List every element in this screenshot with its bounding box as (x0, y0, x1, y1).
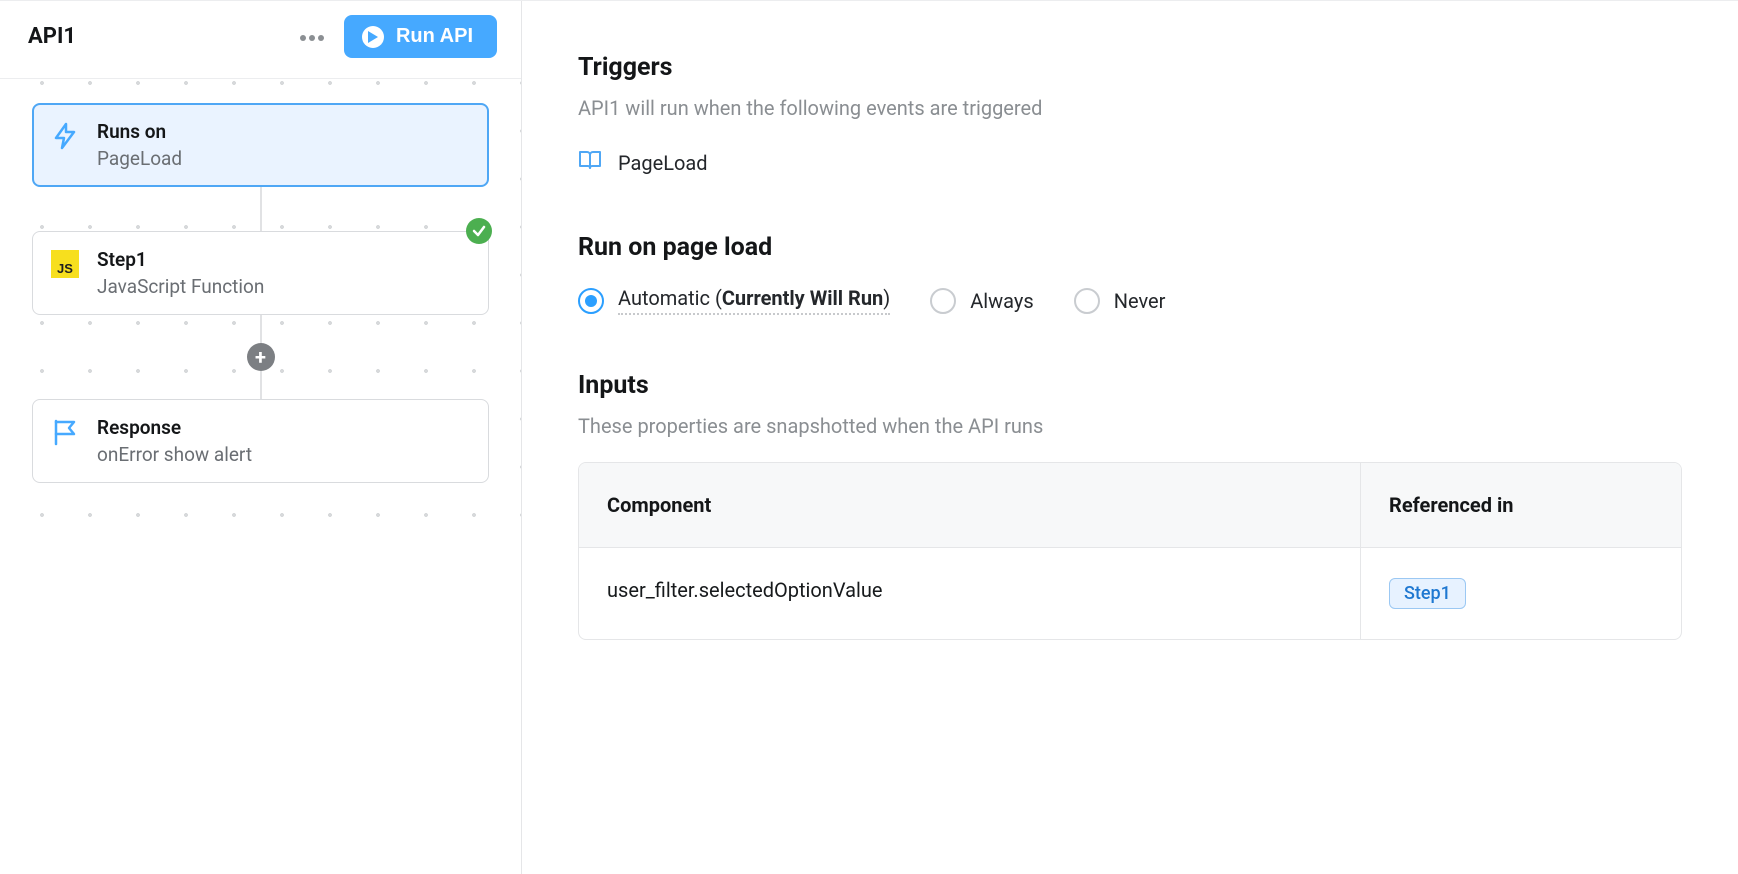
radio-never-label: Never (1114, 289, 1166, 313)
flow-canvas: Runs on PageLoad JS Step1 JavaScript Fun… (0, 79, 521, 523)
inputs-heading: Inputs (578, 371, 1682, 400)
plus-icon: + (255, 345, 266, 369)
trigger-item: PageLoad (578, 148, 1682, 177)
trigger-item-label: PageLoad (618, 151, 708, 175)
left-panel: API1 Run API Runs on (0, 1, 522, 874)
table-header-row: Component Referenced in (579, 463, 1681, 547)
inputs-description: These properties are snapshotted when th… (578, 414, 1682, 438)
run-api-button-label: Run API (396, 25, 473, 48)
connector (260, 187, 262, 231)
response-sub: onError show alert (97, 443, 252, 466)
table-cell-referenced: Step1 (1361, 547, 1681, 639)
table-header-referenced: Referenced in (1361, 463, 1681, 547)
left-header: API1 Run API (0, 1, 521, 79)
step1-sub: JavaScript Function (97, 275, 264, 298)
step1-title: Step1 (97, 248, 264, 271)
connector (260, 315, 262, 343)
radio-icon (930, 288, 956, 314)
runs-on-title: Runs on (97, 120, 182, 143)
step-reference-tag[interactable]: Step1 (1389, 578, 1466, 609)
connector (260, 371, 262, 399)
right-panel: Triggers API1 will run when the followin… (522, 1, 1738, 874)
more-icon (299, 27, 325, 46)
response-block[interactable]: Response onError show alert (32, 399, 489, 483)
bolt-icon (51, 122, 79, 150)
inputs-table: Component Referenced in user_filter.sele… (578, 462, 1682, 640)
response-title: Response (97, 416, 252, 439)
js-icon: JS (51, 250, 79, 278)
table-cell-component: user_filter.selectedOptionValue (579, 547, 1361, 639)
radio-automatic[interactable]: Automatic (Currently Will Run) (578, 286, 890, 315)
triggers-description: API1 will run when the following events … (578, 96, 1682, 120)
run-on-page-load-radio-group: Automatic (Currently Will Run) Always Ne… (578, 286, 1682, 315)
radio-automatic-label: Automatic (Currently Will Run) (618, 286, 890, 315)
check-icon (472, 224, 486, 238)
runs-on-sub: PageLoad (97, 147, 182, 170)
book-icon (578, 148, 602, 177)
run-on-page-load-heading: Run on page load (578, 233, 1682, 262)
radio-icon (1074, 288, 1100, 314)
runs-on-block[interactable]: Runs on PageLoad (32, 103, 489, 187)
table-header-component: Component (579, 463, 1361, 547)
radio-always[interactable]: Always (930, 288, 1033, 314)
success-badge (466, 218, 492, 244)
more-button[interactable] (294, 19, 330, 55)
triggers-heading: Triggers (578, 53, 1682, 82)
app-root: API1 Run API Runs on (0, 0, 1738, 874)
play-icon (362, 26, 384, 48)
step1-block[interactable]: JS Step1 JavaScript Function (32, 231, 489, 315)
radio-always-label: Always (970, 289, 1033, 313)
api-title: API1 (28, 24, 294, 49)
run-api-button[interactable]: Run API (344, 15, 497, 58)
add-step-button[interactable]: + (247, 343, 275, 371)
table-row: user_filter.selectedOptionValue Step1 (579, 547, 1681, 639)
radio-never[interactable]: Never (1074, 288, 1166, 314)
flag-icon (51, 418, 79, 446)
radio-icon (578, 288, 604, 314)
